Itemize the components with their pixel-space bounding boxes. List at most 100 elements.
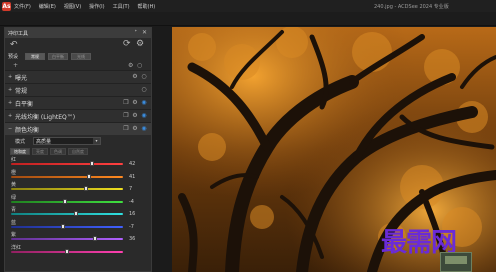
undo-icon[interactable]: ↶ <box>10 40 18 50</box>
slider-value[interactable]: -4 <box>129 199 134 205</box>
slider-thumb[interactable] <box>87 173 92 179</box>
slider-thumb[interactable] <box>89 161 94 166</box>
section-general[interactable]: + 常规 ○ <box>5 83 151 96</box>
power-icon[interactable]: ○ <box>141 74 147 80</box>
subtab-vibrance[interactable]: 自然度 <box>68 148 88 155</box>
color-slider-row: 橙 41 <box>5 169 151 182</box>
close-icon[interactable]: ✕ <box>142 29 147 36</box>
slider-thumb[interactable] <box>73 211 78 216</box>
slider-thumb[interactable] <box>93 236 97 241</box>
slider-thumb[interactable] <box>84 186 89 191</box>
expand-arrow-icon[interactable]: + <box>8 100 15 106</box>
menu-action[interactable]: 操作(I) <box>89 3 104 10</box>
power-icon[interactable]: ○ <box>141 87 147 93</box>
mode-select[interactable]: 高质量 ▾ <box>33 137 102 145</box>
menu-bar: As 文件(F) 编辑(E) 视图(V) 操作(I) 工具(T) 帮助(H) 2… <box>0 0 496 12</box>
color-slider-row: 红 42 <box>5 156 151 169</box>
add-preset-icon[interactable]: + <box>13 62 18 69</box>
preset-tab-white-balance[interactable]: 白平衡 <box>48 53 68 60</box>
toolbar <box>0 12 496 26</box>
window-title: 240.jpg - ACDSee 2024 专业版 <box>374 4 449 10</box>
slider-thumb[interactable] <box>60 223 65 229</box>
collapse-arrow-icon[interactable]: − <box>8 126 15 132</box>
slider-thumb[interactable] <box>62 198 67 204</box>
slider-value[interactable]: 41 <box>129 174 135 180</box>
chevron-down-icon[interactable]: ▾ <box>93 138 101 144</box>
menu-edit[interactable]: 编辑(E) <box>39 3 56 10</box>
subtab-hue[interactable]: 色调 <box>50 148 66 155</box>
slider-value[interactable]: 7 <box>129 186 132 192</box>
menu-view[interactable]: 视图(V) <box>64 3 81 10</box>
gear-icon[interactable]: ⚙ <box>132 74 138 80</box>
preset-empty-row: + ⚙ ○ <box>5 61 151 70</box>
panel-title: 冲印工具 <box>8 30 29 37</box>
watermark-logo-icon <box>440 252 472 272</box>
preset-label: 预设 <box>8 54 19 60</box>
section-label: 白平衡 <box>15 100 34 108</box>
slider-track[interactable] <box>11 238 123 240</box>
section-label: 颜色均衡 <box>15 126 40 134</box>
gear-icon[interactable]: ⚙ <box>132 113 138 119</box>
gear-icon[interactable]: ⚙ <box>132 100 138 106</box>
slider-value[interactable]: 16 <box>129 211 135 217</box>
slider-value[interactable]: 36 <box>129 236 135 242</box>
panel-toolbar: ↶ ⟳ ⚙ <box>5 38 151 52</box>
mode-row: 模式 高质量 ▾ <box>5 135 151 147</box>
color-slider-row: 蓝 -7 <box>5 219 151 232</box>
develop-tools-panel: 冲印工具 ᐩ ✕ ↶ ⟳ ⚙ 预设 常规 白平衡 光线 + ⚙ ○ + 曝光 ⚙… <box>4 27 152 272</box>
color-slider-row: 青 16 <box>5 206 151 219</box>
subtab-brightness[interactable]: 亮度 <box>32 148 48 155</box>
menu-file[interactable]: 文件(F) <box>14 3 31 10</box>
preset-tab-light[interactable]: 光线 <box>71 53 91 60</box>
color-slider-row: 洋红 <box>5 244 151 257</box>
menu-help[interactable]: 帮助(H) <box>138 3 156 10</box>
slider-track[interactable] <box>11 200 123 203</box>
menu-tools[interactable]: 工具(T) <box>113 3 130 10</box>
slider-label: 橙 <box>11 169 17 176</box>
slider-track[interactable] <box>11 213 123 215</box>
section-light-eq[interactable]: + 光线均衡 (LightEQ™) ❐ ⚙ ◉ <box>5 109 151 122</box>
gear-icon[interactable]: ⚙ <box>132 126 138 132</box>
pin-icon[interactable]: ᐩ <box>135 29 137 36</box>
mode-label: 模式 <box>15 138 26 145</box>
section-color-equalizer[interactable]: − 颜色均衡 ❐ ⚙ ◉ <box>5 122 151 135</box>
gear-icon[interactable]: ⚙ <box>128 62 133 69</box>
power-icon[interactable]: ◉ <box>141 126 147 132</box>
color-slider-row: 绿 -4 <box>5 194 151 207</box>
expand-arrow-icon[interactable]: + <box>8 74 15 80</box>
section-label: 常规 <box>15 87 28 95</box>
slider-thumb[interactable] <box>65 248 69 254</box>
slider-label: 青 <box>11 207 17 213</box>
preset-tab-general[interactable]: 常规 <box>25 53 45 60</box>
app-logo-icon[interactable]: As <box>2 1 11 11</box>
slider-track[interactable] <box>11 163 123 165</box>
slider-track[interactable] <box>11 188 123 190</box>
slider-label: 红 <box>11 157 17 163</box>
copy-icon[interactable]: ❐ <box>123 100 129 106</box>
slider-track[interactable] <box>11 225 123 228</box>
expand-arrow-icon[interactable]: + <box>8 87 15 93</box>
slider-value[interactable]: 42 <box>129 161 135 167</box>
color-subtabs: 饱和度 亮度 色调 自然度 <box>5 147 151 156</box>
slider-label: 紫 <box>11 232 17 238</box>
section-white-balance[interactable]: + 白平衡 ❐ ⚙ ◉ <box>5 96 151 109</box>
section-exposure[interactable]: + 曝光 ⚙ ○ <box>5 70 151 83</box>
power-icon[interactable]: ◉ <box>141 100 147 106</box>
power-icon[interactable]: ○ <box>137 62 142 69</box>
reset-icon[interactable]: ⟳ <box>123 39 131 49</box>
color-slider-row: 黄7 <box>5 181 151 194</box>
subtab-saturation[interactable]: 饱和度 <box>10 148 30 155</box>
slider-value[interactable]: -7 <box>129 224 134 230</box>
preset-row: 预设 常规 白平衡 光线 <box>5 52 151 61</box>
copy-icon[interactable]: ❐ <box>123 126 129 132</box>
mode-select-value: 高质量 <box>36 138 52 145</box>
power-icon[interactable]: ◉ <box>141 113 147 119</box>
expand-arrow-icon[interactable]: + <box>8 113 15 119</box>
color-slider-row: 紫 36 <box>5 231 151 244</box>
panel-settings-icon[interactable]: ⚙ <box>136 39 144 49</box>
slider-label: 绿 <box>11 194 17 201</box>
slider-track[interactable] <box>11 175 123 178</box>
copy-icon[interactable]: ❐ <box>123 113 129 119</box>
slider-label: 洋红 <box>11 244 22 251</box>
slider-label: 黄 <box>11 182 17 188</box>
